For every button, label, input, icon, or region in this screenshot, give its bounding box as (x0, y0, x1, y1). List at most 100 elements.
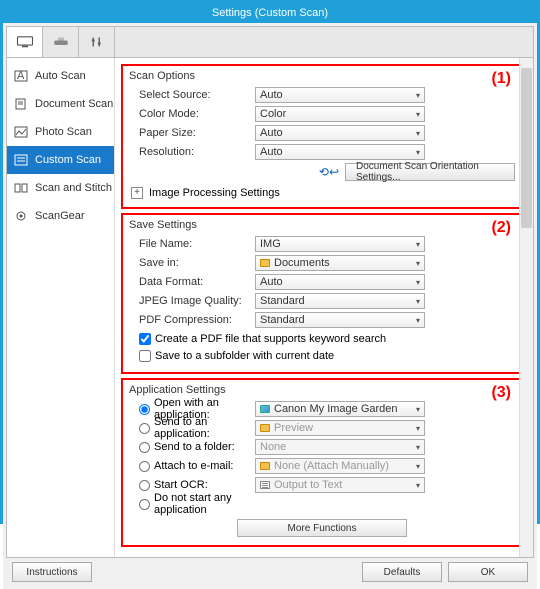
chevron-down-icon: ▾ (416, 278, 420, 287)
instructions-button[interactable]: Instructions (12, 562, 92, 582)
pdf-compression-combo[interactable]: Standard▾ (255, 312, 425, 328)
folder-icon (260, 424, 270, 432)
sidebar-item-label: Document Scan (35, 98, 113, 110)
chevron-down-icon: ▾ (416, 129, 420, 138)
scan-options-title: Scan Options (129, 70, 515, 82)
ok-button[interactable]: OK (448, 562, 528, 582)
sidebar-item-label: Photo Scan (35, 126, 92, 138)
scan-options-section: (1) Scan Options Select Source: Auto▾ Co… (121, 64, 523, 209)
text-icon (260, 481, 270, 489)
tab-tools[interactable] (79, 27, 115, 57)
chevron-down-icon: ▾ (416, 91, 420, 100)
save-in-label: Save in: (129, 257, 255, 269)
tools-icon (88, 35, 106, 49)
tab-from-computer[interactable] (7, 27, 43, 57)
window-title: Settings (Custom Scan) (3, 3, 537, 23)
color-mode-combo[interactable]: Color▾ (255, 106, 425, 122)
resolution-label: Resolution: (129, 146, 255, 158)
sidebar-item-label: Auto Scan (35, 70, 86, 82)
tab-from-scanner[interactable] (43, 27, 79, 57)
annotation-1: (1) (491, 70, 511, 88)
file-name-combo[interactable]: IMG▾ (255, 236, 425, 252)
sidebar-item-custom-scan[interactable]: Custom Scan (7, 146, 114, 174)
chevron-down-icon: ▾ (416, 481, 420, 490)
sidebar-item-label: Scan and Stitch (35, 182, 112, 194)
annotation-3: (3) (491, 384, 511, 402)
image-processing-expand[interactable]: + Image Processing Settings (129, 187, 515, 199)
refresh-link-icon[interactable]: ⟲↩ (319, 165, 339, 179)
do-not-start-label: Do not start any application (154, 492, 255, 516)
monitor-icon (16, 35, 34, 49)
custom-icon (13, 153, 29, 167)
pdf-compression-label: PDF Compression: (129, 314, 255, 326)
sidebar-item-label: Custom Scan (35, 154, 101, 166)
auto-scan-icon: A (13, 69, 29, 83)
save-in-combo[interactable]: Documents▾ (255, 255, 425, 271)
send-to-app-radio[interactable] (139, 423, 150, 434)
attach-email-radio[interactable] (139, 461, 150, 472)
paper-size-combo[interactable]: Auto▾ (255, 125, 425, 141)
start-ocr-combo[interactable]: Output to Text▾ (255, 477, 425, 493)
attach-email-combo[interactable]: None (Attach Manually)▾ (255, 458, 425, 474)
document-icon (13, 97, 29, 111)
app-icon (260, 405, 270, 413)
send-to-folder-radio[interactable] (139, 442, 150, 453)
chevron-down-icon: ▾ (416, 148, 420, 157)
sidebar-item-label: ScanGear (35, 210, 85, 222)
chevron-down-icon: ▾ (416, 424, 420, 433)
data-format-combo[interactable]: Auto▾ (255, 274, 425, 290)
chevron-down-icon: ▾ (416, 443, 420, 452)
file-name-label: File Name: (129, 238, 255, 250)
vertical-scrollbar[interactable] (519, 58, 533, 557)
footer: Instructions Defaults OK (6, 558, 534, 586)
sidebar-item-document-scan[interactable]: Document Scan (7, 90, 114, 118)
chevron-down-icon: ▾ (416, 405, 420, 414)
stitch-icon (13, 181, 29, 195)
application-settings-title: Application Settings (129, 384, 515, 396)
keyword-search-checkbox[interactable] (139, 333, 151, 345)
subfolder-date-checkbox[interactable] (139, 350, 151, 362)
scanner-icon (52, 35, 70, 49)
chevron-down-icon: ▾ (416, 259, 420, 268)
send-to-app-combo[interactable]: Preview▾ (255, 420, 425, 436)
send-to-folder-label: Send to a folder: (154, 441, 235, 453)
defaults-button[interactable]: Defaults (362, 562, 442, 582)
select-source-label: Select Source: (129, 89, 255, 101)
select-source-combo[interactable]: Auto▾ (255, 87, 425, 103)
send-to-folder-combo[interactable]: None▾ (255, 439, 425, 455)
mail-icon (260, 462, 270, 470)
save-settings-section: (2) Save Settings File Name: IMG▾ Save i… (121, 213, 523, 374)
subfolder-date-label: Save to a subfolder with current date (155, 350, 334, 362)
image-processing-label: Image Processing Settings (149, 187, 280, 199)
resolution-combo[interactable]: Auto▾ (255, 144, 425, 160)
application-settings-section: (3) Application Settings Open with an ap… (121, 378, 523, 547)
sidebar: A Auto Scan Document Scan Photo Scan Cus… (7, 58, 115, 557)
orientation-settings-button[interactable]: Document Scan Orientation Settings... (345, 163, 515, 181)
chevron-down-icon: ▾ (416, 462, 420, 471)
jpeg-quality-label: JPEG Image Quality: (129, 295, 255, 307)
plus-icon: + (131, 187, 143, 199)
chevron-down-icon: ▾ (416, 110, 420, 119)
start-ocr-label: Start OCR: (154, 479, 208, 491)
start-ocr-radio[interactable] (139, 480, 150, 491)
photo-icon (13, 125, 29, 139)
data-format-label: Data Format: (129, 276, 255, 288)
paper-size-label: Paper Size: (129, 127, 255, 139)
sidebar-item-scangear[interactable]: ScanGear (7, 202, 114, 230)
color-mode-label: Color Mode: (129, 108, 255, 120)
settings-panel: (1) Scan Options Select Source: Auto▾ Co… (115, 58, 533, 557)
annotation-2: (2) (491, 219, 511, 237)
jpeg-quality-combo[interactable]: Standard▾ (255, 293, 425, 309)
svg-text:A: A (17, 70, 25, 82)
open-with-app-combo[interactable]: Canon My Image Garden▾ (255, 401, 425, 417)
sidebar-item-scan-stitch[interactable]: Scan and Stitch (7, 174, 114, 202)
more-functions-button[interactable]: More Functions (237, 519, 407, 537)
scrollbar-thumb[interactable] (521, 68, 532, 228)
chevron-down-icon: ▾ (416, 316, 420, 325)
open-with-app-radio[interactable] (139, 404, 150, 415)
chevron-down-icon: ▾ (416, 240, 420, 249)
do-not-start-radio[interactable] (139, 499, 150, 510)
keyword-search-label: Create a PDF file that supports keyword … (155, 333, 386, 345)
sidebar-item-photo-scan[interactable]: Photo Scan (7, 118, 114, 146)
sidebar-item-auto-scan[interactable]: A Auto Scan (7, 62, 114, 90)
